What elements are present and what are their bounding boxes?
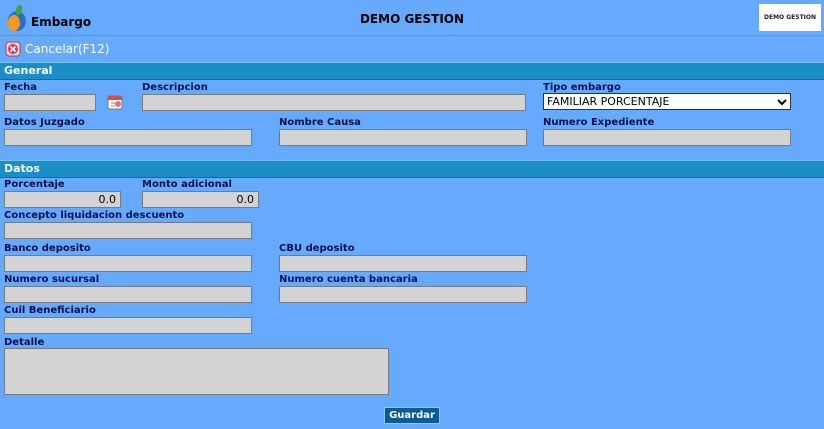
save-label: Guardar [389, 410, 435, 421]
numero-expediente-label: Numero Expediente [543, 117, 655, 128]
cuil-beneficiario-field[interactable] [4, 317, 252, 334]
numero-sucursal-label: Numero sucursal [4, 274, 100, 285]
save-button[interactable]: Guardar [384, 407, 440, 424]
porcentaje-label: Porcentaje [4, 179, 65, 190]
concepto-label: Concepto liquidacion descuento [4, 210, 185, 221]
section-datos: Datos [0, 160, 824, 178]
detalle-textarea[interactable] [4, 348, 389, 395]
monto-adicional-label: Monto adicional [142, 179, 232, 190]
cbu-deposito-field[interactable] [279, 255, 527, 272]
nombre-causa-field[interactable] [279, 129, 527, 146]
brand-logo-text: DEMO GESTION [763, 14, 817, 21]
fecha-label: Fecha [4, 82, 38, 93]
cuil-beneficiario-label: Cuil Beneficiario [4, 305, 96, 316]
section-general-title: General [4, 64, 53, 77]
numero-sucursal-field[interactable] [4, 286, 252, 303]
fecha-field[interactable] [4, 94, 96, 111]
cbu-deposito-label: CBU deposito [279, 243, 355, 254]
tipo-embargo-label: Tipo embargo [543, 82, 621, 93]
descripcion-label: Descripcion [142, 82, 208, 93]
porcentaje-field[interactable] [4, 191, 121, 208]
cancel-icon [5, 41, 21, 57]
numero-expediente-field[interactable] [543, 129, 791, 146]
cancel-button[interactable]: Cancelar(F12) [4, 39, 109, 59]
header-bar: Embargo DEMO GESTION DEMO GESTION [0, 0, 824, 36]
chevron-down-icon [777, 98, 787, 105]
brand-logo: DEMO GESTION [759, 4, 821, 31]
tipo-embargo-value: FAMILIAR PORCENTAJE [547, 95, 670, 108]
section-general: General [0, 62, 824, 80]
concepto-field[interactable] [4, 222, 252, 239]
company-title: DEMO GESTION [359, 12, 465, 26]
banco-deposito-label: Banco deposito [4, 243, 91, 254]
datos-juzgado-field[interactable] [4, 129, 252, 146]
section-datos-title: Datos [4, 162, 40, 175]
numero-cuenta-field[interactable] [279, 286, 527, 303]
monto-adicional-field[interactable] [142, 191, 259, 208]
tipo-embargo-select[interactable]: FAMILIAR PORCENTAJE [543, 93, 791, 110]
toolbar: Cancelar(F12) [0, 37, 824, 61]
datos-juzgado-label: Datos Juzgado [4, 117, 85, 128]
numero-cuenta-label: Numero cuenta bancaria [279, 274, 418, 285]
nombre-causa-label: Nombre Causa [279, 117, 361, 128]
detalle-label: Detalle [4, 337, 45, 348]
cancel-label: Cancelar(F12) [25, 42, 110, 56]
descripcion-field[interactable] [142, 94, 526, 111]
calendar-icon[interactable] [106, 94, 124, 110]
banco-deposito-field[interactable] [4, 255, 252, 272]
